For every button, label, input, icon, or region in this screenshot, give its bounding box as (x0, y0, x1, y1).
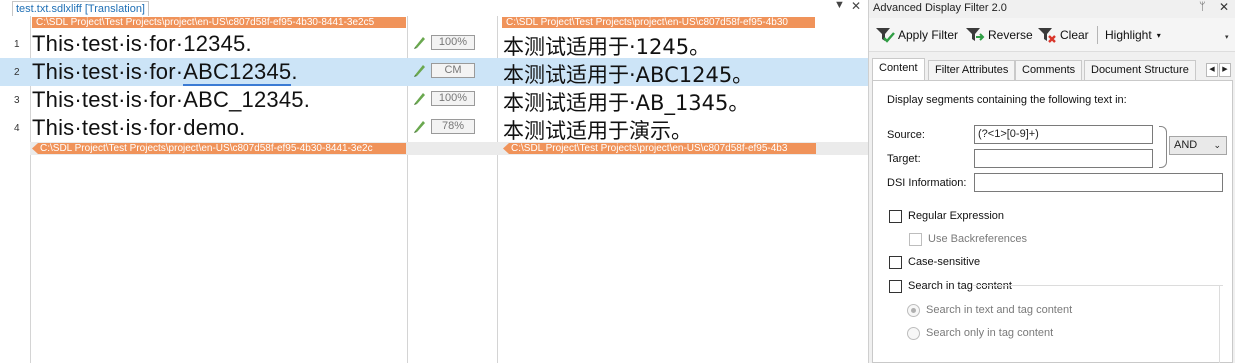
filter-tabs: Content Filter Attributes Comments Docum… (872, 58, 1233, 81)
match-badge: 100% (431, 91, 475, 106)
chevron-down-icon: ▾ (1156, 30, 1161, 40)
file-end-tag-source: C:\SDL Project\Test Projects\project\en-… (32, 143, 406, 154)
panel-close-icon[interactable]: ✕ (1219, 0, 1229, 14)
segment-row[interactable]: 1 This·test·is·for·12345. 100% 本测试适用于·12… (0, 30, 868, 61)
target-field[interactable] (974, 149, 1153, 168)
tab-content[interactable]: Content (872, 58, 925, 81)
toolbar-separator (1097, 26, 1098, 44)
funnel-clear-icon (1038, 28, 1056, 43)
document-tab[interactable]: test.txt.sdlxliff [Translation] (12, 1, 149, 16)
segment-number: 2 (14, 67, 20, 78)
source-text: . (291, 59, 298, 84)
match-badge: 78% (431, 119, 475, 134)
source-segment[interactable]: This·test·is·for·ABC12345. (32, 59, 298, 86)
tab-comments[interactable]: Comments (1015, 60, 1083, 80)
funnel-reverse-icon (966, 28, 985, 41)
backref-checkbox[interactable] (909, 233, 922, 246)
source-segment[interactable]: This·test·is·for·ABC_12345. (32, 87, 310, 113)
match-badge: CM (431, 63, 475, 78)
match-badge: 100% (431, 35, 475, 50)
dsi-field[interactable] (974, 173, 1223, 192)
bracket (1159, 126, 1167, 168)
pencil-check-icon (414, 121, 425, 133)
file-start-tag-source: C:\SDL Project\Test Projects\project\en-… (32, 17, 406, 28)
highlight-label: Highlight (1105, 28, 1152, 42)
tag-content-checkbox[interactable] (889, 280, 902, 293)
intro-text: Display segments containing the followin… (887, 94, 1127, 106)
highlighted-match: ABC12345 (183, 59, 292, 86)
tag-content-label: Search in tag content (908, 280, 1012, 292)
case-sensitive-label: Case-sensitive (908, 256, 981, 268)
segment-number: 1 (14, 39, 20, 50)
reverse-label: Reverse (988, 28, 1033, 42)
group-border (973, 285, 1223, 286)
tab-filter-attributes[interactable]: Filter Attributes (928, 60, 1016, 80)
pencil-check-icon (414, 37, 425, 49)
segment-row[interactable]: 2 This·test·is·for·ABC12345. CM 本测试适用于·A… (0, 58, 868, 89)
funnel-check-icon (876, 28, 895, 43)
target-segment[interactable]: 本测试适用于·AB_1345。 (503, 87, 749, 117)
case-sensitive-checkbox[interactable] (889, 256, 902, 269)
file-start-tag-target: C:\SDL Project\Test Projects\project\en-… (502, 17, 815, 28)
content-tab-body: Display segments containing the followin… (872, 80, 1233, 363)
operator-value: AND (1174, 139, 1198, 151)
apply-filter-button[interactable]: Apply Filter (875, 25, 958, 45)
source-segment[interactable]: This·test·is·for·demo. (32, 115, 245, 141)
pencil-check-icon (414, 65, 425, 77)
filter-toolbar: Apply Filter Reverse Clear Highlight ▾ ▾ (869, 18, 1235, 52)
target-segment[interactable]: 本测试适用于·ABC1245。 (503, 59, 753, 89)
radio-text-and-tag[interactable] (907, 304, 920, 317)
editor-close-icon[interactable]: ✕ (851, 0, 861, 13)
source-field[interactable]: (?<1>[0-9]+) (974, 125, 1153, 144)
editor-dropdown-icon[interactable]: ▼ (834, 0, 845, 11)
source-text: This·test·is·for· (32, 59, 184, 84)
target-segment[interactable]: 本测试适用于演示。 (503, 115, 692, 145)
pencil-check-icon (414, 93, 425, 105)
regex-checkbox[interactable] (889, 210, 902, 223)
radio-text-and-tag-label: Search in text and tag content (926, 304, 1073, 316)
pin-icon[interactable]: ᛘ (1199, 1, 1206, 13)
segment-number: 4 (14, 123, 20, 134)
radio-tag-only-label: Search only in tag content (926, 327, 1054, 339)
reverse-button[interactable]: Reverse (965, 25, 1033, 45)
regex-label: Regular Expression (908, 210, 1004, 222)
target-segment[interactable]: 本测试适用于·1245。 (503, 31, 710, 61)
operator-select[interactable]: AND ⌄ (1169, 136, 1227, 155)
segment-number: 3 (14, 95, 20, 106)
segment-row[interactable]: 4 This·test·is·for·demo. 78% 本测试适用于演示。 (0, 114, 868, 145)
clear-label: Clear (1060, 28, 1089, 42)
dsi-label: DSI Information: (887, 177, 967, 189)
file-end-tag-target: C:\SDL Project\Test Projects\project\en-… (503, 143, 816, 154)
backref-label: Use Backreferences (928, 233, 1028, 245)
tab-scroll-right-icon[interactable]: ▶ (1219, 63, 1231, 77)
radio-tag-only[interactable] (907, 327, 920, 340)
apply-filter-label: Apply Filter (898, 28, 959, 42)
source-label: Source: (887, 129, 925, 141)
tab-scroll-left-icon[interactable]: ◀ (1206, 63, 1218, 77)
editor-pane: test.txt.sdlxliff [Translation] ▼ ✕ C:\S… (0, 0, 868, 363)
advanced-display-filter-panel: Advanced Display Filter 2.0 ᛘ ✕ Apply Fi… (868, 0, 1235, 363)
panel-title: Advanced Display Filter 2.0 (873, 2, 1007, 14)
source-segment[interactable]: This·test·is·for·12345. (32, 31, 252, 57)
chevron-down-icon: ⌄ (1213, 140, 1221, 150)
segment-row[interactable]: 3 This·test·is·for·ABC_12345. 100% 本测试适用… (0, 86, 868, 117)
highlight-dropdown[interactable]: Highlight ▾ (1105, 25, 1161, 45)
group-border (1219, 285, 1220, 363)
tab-document-structure[interactable]: Document Structure (1084, 60, 1196, 80)
target-label: Target: (887, 153, 921, 165)
toolbar-overflow-icon[interactable]: ▾ (1225, 34, 1233, 42)
clear-button[interactable]: Clear (1037, 25, 1089, 45)
